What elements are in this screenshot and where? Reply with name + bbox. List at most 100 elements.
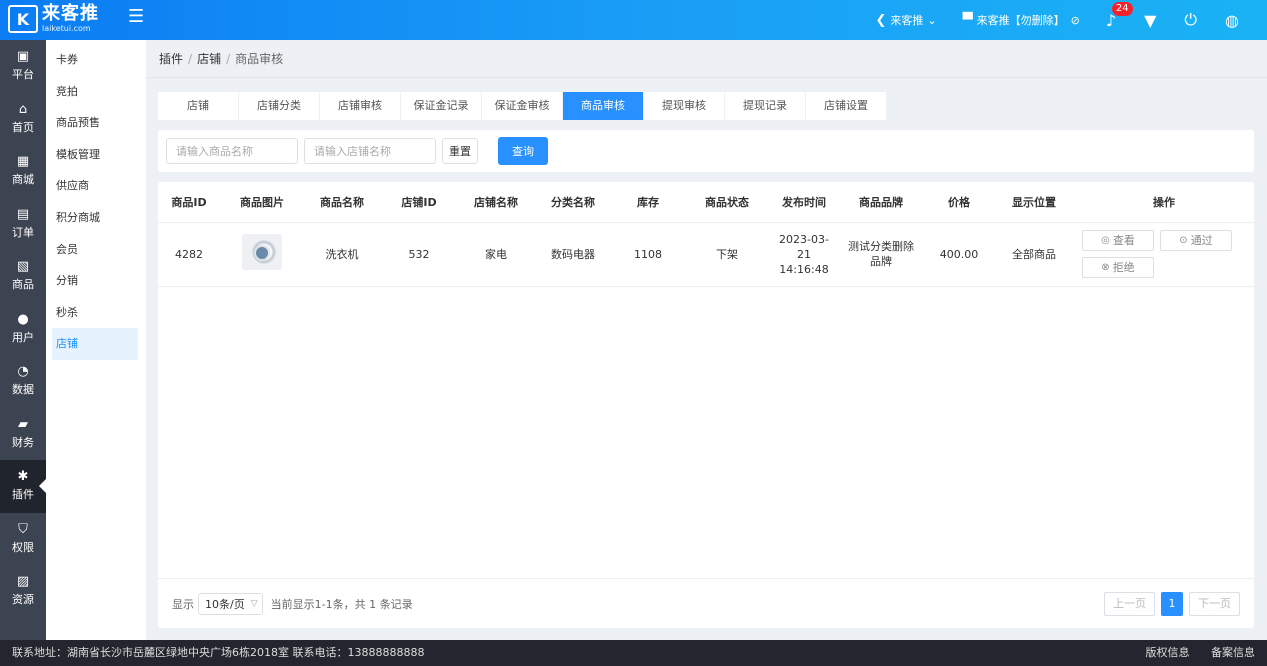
tab-bar: 店铺 店铺分类 店铺审核 保证金记录 保证金审核 商品审核 提现审核 提现记录 … [158,92,887,120]
rail-item-order[interactable]: ▤ 订单 [0,198,46,251]
cell-store-name: 家电 [458,222,534,287]
product-icon: ▧ [16,259,30,275]
col-brand: 商品品牌 [838,182,924,223]
store-name-input[interactable] [304,138,436,164]
page-size-select[interactable]: 10条/页 ▽ [198,593,263,615]
tab-store-settings[interactable]: 店铺设置 [806,92,886,120]
globe-icon[interactable]: ◍ [1225,11,1239,30]
footer-copyright-link[interactable]: 版权信息 [1146,646,1190,659]
notification-button[interactable]: ♪ 24 [1106,1,1133,30]
home-icon: ⌂ [18,101,28,117]
product-image[interactable] [242,234,282,270]
tab-store-category[interactable]: 店铺分类 [239,92,319,120]
col-status: 商品状态 [684,182,770,223]
skin-icon[interactable]: ▼ [1144,11,1156,30]
col-category: 分类名称 [534,182,612,223]
submenu-item-auction[interactable]: 竞拍 [52,76,138,108]
rail-item-product[interactable]: ▧ 商品 [0,250,46,303]
page-summary: 当前显示1-1条，共 1 条记录 [270,598,413,611]
rail-item-permission[interactable]: ⛉ 权限 [0,513,46,566]
tab-deposit-review[interactable]: 保证金审核 [482,92,562,120]
tab-product-review[interactable]: 商品审核 [563,92,643,120]
submenu-item-supplier[interactable]: 供应商 [52,170,138,202]
submenu-item-flash-sale[interactable]: 秒杀 [52,297,138,329]
view-button[interactable]: ◎ 查看 [1082,230,1154,251]
main-content: 插件 / 店铺 / 商品审核 店铺 店铺分类 店铺审核 保证金记录 保证金审核 商品审核… [146,40,1267,640]
reject-button[interactable]: ⊗ 拒绝 [1082,257,1154,278]
submenu-item-distribution[interactable]: 分销 [52,265,138,297]
product-name-input[interactable] [166,138,298,164]
wallet-icon: ▰ [18,416,28,432]
cell-product-name: 洗衣机 [304,222,380,287]
cell-status: 下架 [684,222,770,287]
check-circle-icon: ⊙ [1179,235,1188,246]
breadcrumb-plugin[interactable]: 插件 [159,52,183,66]
edit-icon: ⊘ [1070,13,1080,27]
footer-record-link[interactable]: 备案信息 [1211,646,1255,659]
rail-item-plugin[interactable]: ✱ 插件 [0,460,46,513]
rail-item-home[interactable]: ⌂ 首页 [0,93,46,146]
pagination: 显示 10条/页 ▽ 当前显示1-1条，共 1 条记录 上一页 1 下一页 [158,578,1254,628]
col-price: 价格 [924,182,994,223]
query-button[interactable]: 查询 [498,137,548,165]
chevron-down-icon: ⌄ [927,13,937,27]
footer-address: 联系地址：湖南省长沙市岳麓区绿地中央广场6栋2018室 联系电话：1388888… [12,646,425,659]
cell-stock: 1108 [612,222,684,287]
rail-item-data[interactable]: ◔ 数据 [0,355,46,408]
tab-deposit-records[interactable]: 保证金记录 [401,92,481,120]
puzzle-icon: ✱ [17,469,29,485]
platform-icon: ▣ [16,49,30,65]
logo[interactable]: K 来客推 laiketui.com [8,5,99,33]
rail-item-finance[interactable]: ▰ 财务 [0,408,46,461]
product-table-panel: 商品ID 商品图片 商品名称 店铺ID 店铺名称 分类名称 库存 商品状态 发布… [158,182,1254,628]
page-number[interactable]: 1 [1161,592,1183,616]
prev-page-button[interactable]: 上一页 [1104,592,1155,616]
breadcrumb: 插件 / 店铺 / 商品审核 [146,40,1267,78]
col-product-name: 商品名称 [304,182,380,223]
col-product-image: 商品图片 [220,182,304,223]
order-icon: ▤ [16,206,30,222]
cell-position: 全部商品 [994,222,1074,287]
store-switch[interactable]: ❮ 来客推 ⌄ [876,12,937,28]
col-store-id: 店铺ID [380,182,458,223]
store-logo-icon: ❮ [875,12,887,28]
store-name-label: 来客推【勿删除】 [976,14,1065,27]
top-bar: K 来客推 laiketui.com ☰ ❮ 来客推 ⌄ ▀ 来客推【勿删除】 … [0,0,1267,40]
plugin-submenu: 卡券 竞拍 商品预售 模板管理 供应商 积分商城 会员 分销 秒杀 店铺 [46,40,146,640]
store-icon: ▀ [962,12,973,28]
submenu-item-coupon[interactable]: 卡券 [52,44,138,76]
menu-toggle-icon[interactable]: ☰ [128,8,146,26]
rail-item-mall[interactable]: ▦ 商城 [0,145,46,198]
submenu-item-member[interactable]: 会员 [52,234,138,266]
submenu-item-store[interactable]: 店铺 [52,328,138,360]
col-product-id: 商品ID [158,182,220,223]
tab-store[interactable]: 店铺 [158,92,238,120]
submenu-item-points-mall[interactable]: 积分商城 [52,202,138,234]
rail-item-resource[interactable]: ▨ 资源 [0,565,46,618]
reset-button[interactable]: 重置 [442,138,478,164]
store-name[interactable]: ▀ 来客推【勿删除】 ⊘ [963,12,1080,28]
submenu-item-template[interactable]: 模板管理 [52,139,138,171]
next-page-button[interactable]: 下一页 [1189,592,1240,616]
close-circle-icon: ⊗ [1101,262,1110,273]
col-actions: 操作 [1074,182,1254,223]
rail-item-user[interactable]: ● 用户 [0,303,46,356]
product-table: 商品ID 商品图片 商品名称 店铺ID 店铺名称 分类名称 库存 商品状态 发布… [158,182,1254,287]
filter-bar: 重置 查询 [158,130,1254,172]
mall-icon: ▦ [16,154,30,170]
submenu-item-presale[interactable]: 商品预售 [52,107,138,139]
cell-product-id: 4282 [158,222,220,287]
rail-item-platform[interactable]: ▣ 平台 [0,40,46,93]
power-icon[interactable]: ⏻ [1184,10,1197,30]
col-position: 显示位置 [994,182,1074,223]
approve-button[interactable]: ⊙ 通过 [1160,230,1232,251]
image-icon: ▨ [16,574,30,590]
tab-store-review[interactable]: 店铺审核 [320,92,400,120]
col-stock: 库存 [612,182,684,223]
breadcrumb-store[interactable]: 店铺 [197,52,221,66]
tab-withdraw-review[interactable]: 提现审核 [644,92,724,120]
footer: 联系地址：湖南省长沙市岳麓区绿地中央广场6栋2018室 联系电话：1388888… [0,640,1267,666]
chevron-down-icon: ▽ [250,599,258,609]
tab-withdraw-records[interactable]: 提现记录 [725,92,805,120]
table-header: 商品ID 商品图片 商品名称 店铺ID 店铺名称 分类名称 库存 商品状态 发布… [158,182,1254,223]
